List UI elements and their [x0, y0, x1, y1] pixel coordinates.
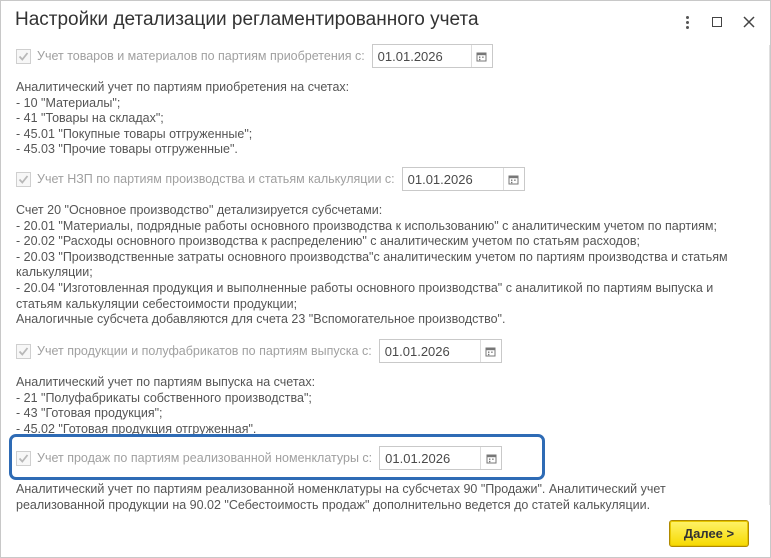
description-line: - 45.01 "Покупные товары отгруженные";	[16, 126, 253, 141]
sales-row: Учет продаж по партиям реализованной ном…	[16, 446, 503, 470]
sales-label: Учет продаж по партиям реализованной ном…	[37, 451, 373, 465]
batch-materials-checkbox[interactable]	[16, 48, 31, 64]
next-button[interactable]: Далее >	[669, 520, 749, 547]
products-row: Учет продукции и полуфабрикатов по парти…	[16, 339, 502, 363]
description-line: - 20.04 "Изготовленная продукция и выпол…	[16, 280, 714, 311]
wip-description: Счет 20 "Основное производство" детализи…	[16, 203, 756, 328]
wip-checkbox[interactable]	[16, 171, 31, 187]
description-line: Аналитический учет по партиям выпуска на…	[16, 375, 316, 389]
dialog-title: Настройки детализации регламентированног…	[15, 9, 479, 30]
calendar-icon[interactable]	[502, 168, 524, 190]
sales-checkbox[interactable]	[16, 450, 31, 466]
calendar-icon[interactable]	[480, 447, 501, 469]
close-icon[interactable]	[738, 11, 760, 33]
wip-date-field[interactable]: 01.01.2026	[401, 167, 525, 191]
products-description: Аналитический учет по партиям выпуска на…	[16, 375, 315, 437]
description-line: - 43 "Готовая продукция";	[16, 406, 163, 421]
calendar-icon[interactable]	[470, 45, 492, 67]
description-line: Счет 20 "Основное производство" детализи…	[16, 203, 383, 217]
title-bar: Настройки детализации регламентированног…	[1, 1, 770, 45]
description-line: - 10 "Материалы";	[16, 95, 121, 110]
checkmark-icon	[18, 174, 29, 184]
description-line: - 20.01 "Материалы, подрядные работы осн…	[16, 218, 717, 233]
settings-dialog: Настройки детализации регламентированног…	[0, 0, 771, 558]
wip-label: Учет НЗП по партиям производства и стать…	[37, 172, 395, 186]
checkmark-icon	[18, 51, 29, 61]
wip-row: Учет НЗП по партиям производства и стать…	[16, 167, 525, 191]
products-date-field[interactable]: 01.01.2026	[378, 339, 502, 363]
batch-materials-row: Учет товаров и материалов по партиям при…	[16, 44, 493, 68]
description-line: - 21 "Полуфабрикаты собственного произво…	[16, 390, 312, 405]
description-line: - 45.02 "Готовая продукция отгруженная".	[16, 421, 257, 436]
more-vertical-icon[interactable]	[676, 11, 698, 33]
description-line: Аналитический учет по партиям реализован…	[16, 482, 666, 512]
description-line: - 45.03 "Прочие товары отгруженные".	[16, 142, 238, 157]
checkmark-icon	[18, 453, 29, 463]
description-line: - 20.02 "Расходы основного производства …	[16, 234, 640, 249]
checkmark-icon	[18, 346, 29, 356]
description-line: - 20.03 "Производственные затраты основн…	[16, 249, 728, 280]
description-line: Аналитический учет по партиям приобретен…	[16, 80, 350, 94]
sales-date-field[interactable]: 01.01.2026	[379, 446, 503, 470]
products-checkbox[interactable]	[16, 343, 31, 359]
products-date: 01.01.2026	[384, 343, 450, 359]
batch-materials-label: Учет товаров и материалов по партиям при…	[37, 49, 365, 63]
description-line: Аналогичные субсчета добавляются для сче…	[16, 312, 506, 327]
sales-description: Аналитический учет по партиям реализован…	[16, 482, 716, 513]
maximize-icon[interactable]	[706, 11, 728, 33]
products-label: Учет продукции и полуфабрикатов по парти…	[37, 344, 372, 358]
calendar-icon[interactable]	[479, 340, 501, 362]
batch-materials-date-field[interactable]: 01.01.2026	[371, 44, 493, 68]
wip-date: 01.01.2026	[407, 171, 473, 187]
sales-date: 01.01.2026	[385, 450, 451, 466]
batch-materials-date: 01.01.2026	[377, 48, 443, 64]
batch-materials-description: Аналитический учет по партиям приобретен…	[16, 80, 349, 158]
description-line: - 41 "Товары на складах";	[16, 111, 164, 126]
